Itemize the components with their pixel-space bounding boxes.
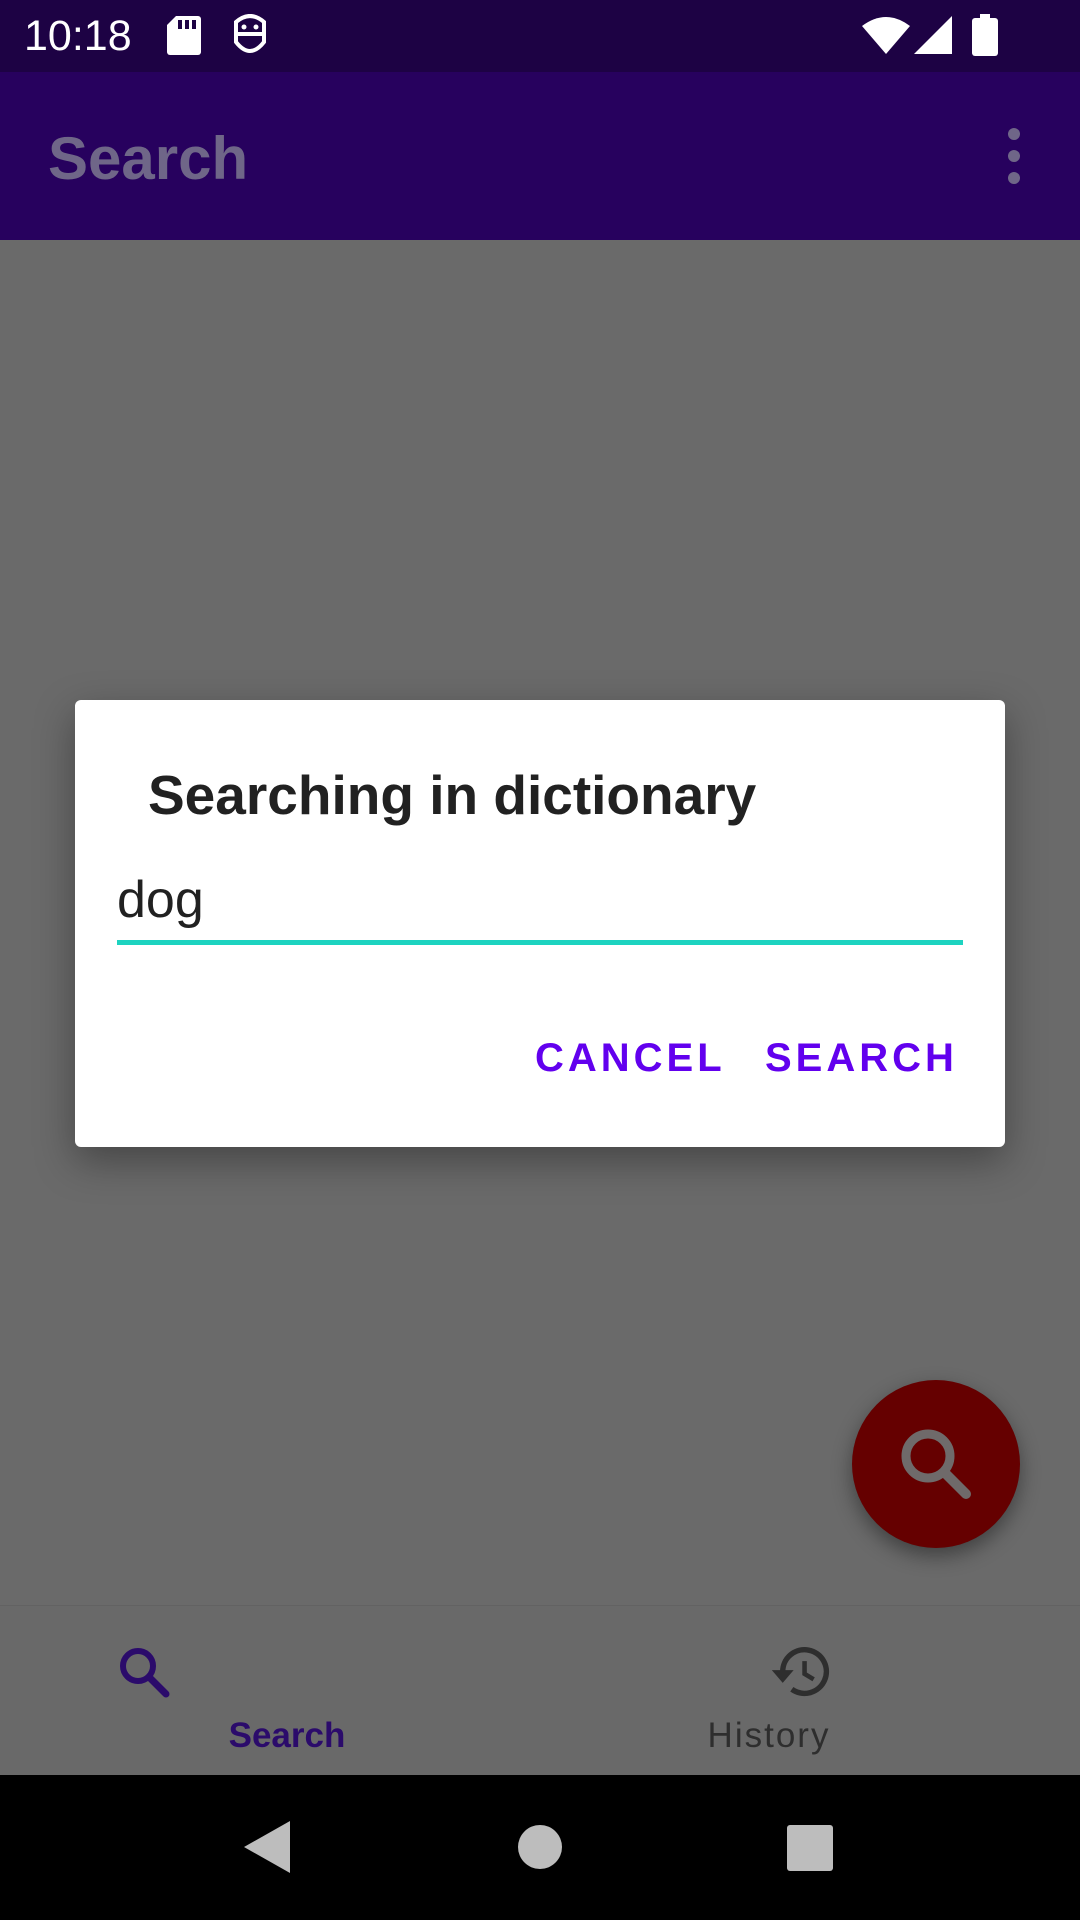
status-bar: 10:18 [0,0,1080,72]
back-icon[interactable] [244,1821,290,1873]
search-icon [119,1648,169,1698]
app-bar: Search [0,72,1080,240]
status-time: 10:18 [24,12,132,60]
search-icon [901,1429,971,1499]
recents-icon[interactable] [787,1825,833,1871]
sd-card-icon [167,16,201,55]
app-title: Search [48,125,249,192]
more-vert-icon[interactable] [990,126,1038,186]
cancel-button[interactable]: CANCEL [535,1036,726,1081]
dialog-title: Searching in dictionary [148,764,757,826]
history-icon [771,1647,830,1697]
android-debug-icon [234,14,266,53]
wifi-icon [862,17,910,54]
home-icon[interactable] [518,1825,562,1869]
battery-icon [972,14,998,56]
search-fab[interactable] [852,1380,1020,1548]
bottom-navigation: Search History [0,1605,1080,1776]
search-dialog: Searching in dictionary CANCEL SEARCH [75,700,1005,1147]
system-navigation-bar [0,1775,1080,1920]
nav-label-history: History [707,1716,831,1755]
signal-icon [914,16,952,54]
nav-item-history[interactable]: History [540,1606,1080,1776]
search-input[interactable] [117,860,963,945]
search-button[interactable]: SEARCH [765,1036,958,1081]
